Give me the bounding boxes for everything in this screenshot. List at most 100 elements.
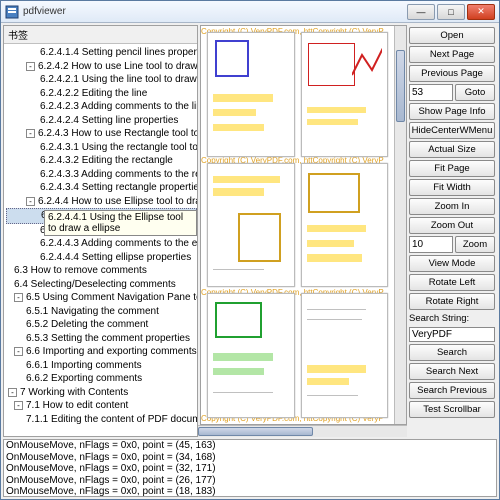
tree-node[interactable]: 6.2.4.2.1 Using the line tool to draw a … [6,73,197,87]
expand-icon[interactable]: - [14,347,23,356]
page-thumbnail[interactable] [301,293,389,418]
tree-node-label: 6.2.4.2.1 Using the line tool to draw a … [40,74,197,85]
tree-node[interactable]: 6.4 Selecting/Deselecting comments [6,278,197,292]
search-input[interactable] [409,327,495,342]
tree-node[interactable]: 6.2.4.2.2 Editing the line [6,87,197,101]
page-thumbnail[interactable] [207,163,295,288]
debug-log[interactable]: OnMouseMove, nFlags = 0x0, point = (45, … [3,439,497,497]
tree-node-label: 6.6 Importing and exporting comments [26,346,197,357]
previous-page-button[interactable]: Previous Page [409,65,495,82]
tree-node-label: 6.2.4.3.3 Adding comments to the recta [40,169,197,180]
tree-node[interactable]: 6.2.4.3.3 Adding comments to the recta [6,168,197,182]
bookmarks-tree[interactable]: 6.2.4.1.4 Setting pencil lines propertie… [4,44,197,428]
tree-node-label: 6.3 How to remove comments [14,265,147,276]
page-number-input[interactable] [409,84,453,101]
tree-node[interactable]: 6.6.1 Importing comments [6,359,197,373]
zoom-value-input[interactable] [409,236,453,253]
thumbnail-grid[interactable]: Copyright (C) VeryPDF.com, httCopyright … [201,26,394,424]
tree-node[interactable]: 6.2.4.4.3 Adding comments to the ellips [6,237,197,251]
expand-icon[interactable]: - [26,129,35,138]
rotate-left-button[interactable]: Rotate Left [409,274,495,291]
tree-node-label: 6.4 Selecting/Deselecting comments [14,279,176,290]
bookmarks-panel: 书签 6.2.4.1.4 Setting pencil lines proper… [3,25,198,437]
tree-node[interactable]: 6.2.4.2.3 Adding comments to the line [6,100,197,114]
expand-icon[interactable]: - [14,401,23,410]
preview-horizontal-scrollbar[interactable] [198,425,407,437]
expand-icon[interactable]: - [8,388,17,397]
log-line: OnMouseMove, nFlags = 0x0, point = (45, … [4,440,496,452]
tree-node-label: 6.2.4.4 How to use Ellipse tool to draw … [38,196,197,207]
rotate-right-button[interactable]: Rotate Right [409,293,495,310]
tree-node-label: 6.2.4.3.2 Editing the rectangle [40,155,173,166]
zoom-button[interactable]: Zoom [455,236,495,253]
tree-node[interactable]: 6.2.4.3.4 Setting rectangle properties [6,181,197,195]
expand-icon[interactable]: - [26,197,35,206]
show-page-info-button[interactable]: Show Page Info [409,103,495,120]
tree-node[interactable]: -7.1 How to edit content [6,399,197,413]
tree-node[interactable]: -6.2.4.3 How to use Rectangle tool to dr… [6,127,197,141]
page-thumbnail[interactable] [207,293,295,418]
expand-icon[interactable]: - [26,62,35,71]
log-line: OnMouseMove, nFlags = 0x0, point = (34, … [4,452,496,464]
page-thumbnail[interactable] [301,32,389,157]
search-previous-button[interactable]: Search Previous [409,382,495,399]
log-line: OnMouseMove, nFlags = 0x0, point = (26, … [4,475,496,487]
tree-node-label: 6.6.1 Importing comments [26,360,142,371]
tree-node-label: 6.2.4.3.4 Setting rectangle properties [40,182,197,193]
tree-node[interactable]: 6.2.4.4.4 Setting ellipse properties [6,251,197,265]
tree-node[interactable]: 6.6.2 Exporting comments [6,372,197,386]
search-next-button[interactable]: Search Next [409,363,495,380]
tree-node[interactable]: -7 Working with Contents [6,386,197,400]
tree-node-label: 6.2.4.3 How to use Rectangle tool to dra… [38,128,197,139]
minimize-button[interactable]: — [407,4,435,20]
window-title: pdfviewer [23,6,407,17]
tree-node[interactable]: 6.2.4.3.2 Editing the rectangle [6,154,197,168]
maximize-button[interactable]: □ [437,4,465,20]
fit-width-button[interactable]: Fit Width [409,179,495,196]
tree-node[interactable]: 6.2.4.2.4 Setting line properties [6,114,197,128]
toolbar: Open Next Page Previous Page Goto Show P… [407,25,497,437]
tree-node[interactable]: 6.3 How to remove comments [6,264,197,278]
search-button[interactable]: Search [409,344,495,361]
tree-node[interactable]: 6.5.2 Deleting the comment [6,318,197,332]
tree-node[interactable]: 6.2.4.3.1 Using the rectangle tool to dr… [6,141,197,155]
tree-node-label: 6.2.4.2 How to use Line tool to draw lin… [38,61,197,72]
tree-node-label: 6.6.2 Exporting comments [26,373,142,384]
close-button[interactable]: ✕ [467,4,495,20]
actual-size-button[interactable]: Actual Size [409,141,495,158]
fit-page-button[interactable]: Fit Page [409,160,495,177]
goto-button[interactable]: Goto [455,84,495,101]
expand-icon[interactable]: - [14,293,23,302]
tree-node[interactable]: -6.5 Using Comment Navigation Pane to vi… [6,291,197,305]
search-label: Search String: [409,312,495,325]
log-line: OnMouseMove, nFlags = 0x0, point = (32, … [4,463,496,475]
tree-node[interactable]: 6.2.4.1.4 Setting pencil lines propertie… [6,46,197,60]
tree-node-label: 7.1.1 Editing the content of PDF documen… [26,414,197,425]
tree-node[interactable]: -6.2.4.4 How to use Ellipse tool to draw… [6,195,197,209]
tree-node-label: 7 Working with Contents [20,387,128,398]
view-mode-button[interactable]: View Mode [409,255,495,272]
preview-vertical-scrollbar[interactable] [394,26,406,424]
hide-center-wmenu-button[interactable]: HideCenterWMenu [409,122,495,139]
zoom-in-button[interactable]: Zoom In [409,198,495,215]
window-controls: — □ ✕ [407,4,495,20]
tree-node-label: 6.2.4.3.1 Using the rectangle tool to dr… [40,142,197,153]
tree-node-label: 6.5.2 Deleting the comment [26,319,148,330]
tree-node-label: 6.2.4.2.3 Adding comments to the line [40,101,197,112]
tree-node[interactable]: -6.6 Importing and exporting comments [6,345,197,359]
open-button[interactable]: Open [409,27,495,44]
zoom-out-button[interactable]: Zoom Out [409,217,495,234]
tree-node-label: 6.2.4.1.4 Setting pencil lines propertie… [40,47,197,58]
tree-node[interactable]: -6.2.4.2 How to use Line tool to draw li… [6,60,197,74]
bookmarks-header: 书签 [4,26,197,44]
page-thumbnail[interactable] [301,163,389,288]
log-line: OnMouseMove, nFlags = 0x0, point = (18, … [4,486,496,497]
tree-node[interactable]: 6.5.3 Setting the comment properties [6,332,197,346]
tree-node[interactable]: 7.1.1 Editing the content of PDF documen… [6,413,197,427]
tree-node[interactable]: 6.5.1 Navigating the comment [6,305,197,319]
tree-node-label: 6.2.4.2.2 Editing the line [40,88,147,99]
test-scrollbar-button[interactable]: Test Scrollbar [409,401,495,418]
page-thumbnail[interactable] [207,32,295,157]
next-page-button[interactable]: Next Page [409,46,495,63]
tree-node-label: 7.1 How to edit content [26,400,128,411]
